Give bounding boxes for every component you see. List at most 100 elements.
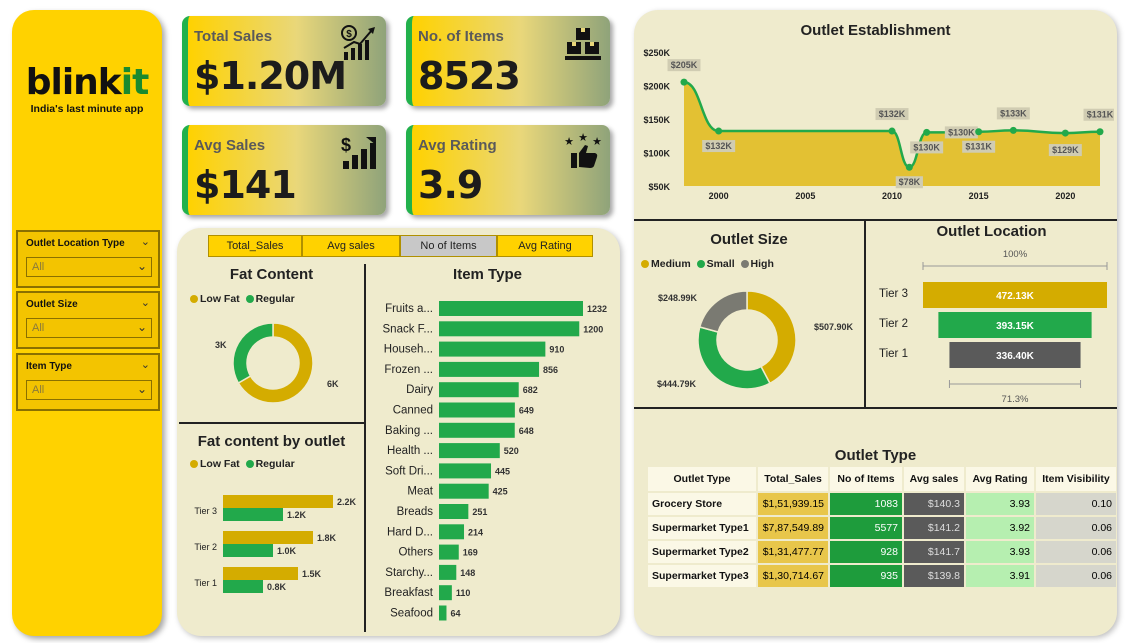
item-type-bar[interactable] — [439, 585, 452, 601]
slicer-outlet-location-type[interactable]: Outlet Location Type ⌄ All ⌄ — [16, 230, 160, 288]
y-tick-label: $150K — [643, 115, 670, 125]
data-label: 648 — [519, 426, 534, 436]
data-label: $130K — [913, 142, 940, 152]
stars-thumbs-up-icon: ★ ★ ★ — [564, 133, 602, 168]
data-point[interactable] — [975, 128, 983, 136]
bar-low-fat[interactable] — [223, 495, 333, 508]
cell-total-sales: $1,51,939.15 — [758, 493, 828, 515]
item-type-bar[interactable] — [439, 382, 519, 398]
category-label: Others — [398, 547, 433, 559]
slicer-dropdown[interactable]: All ⌄ — [26, 380, 152, 400]
cell-no-of-items: 935 — [830, 565, 902, 587]
data-label: 251 — [472, 507, 487, 517]
data-label: 856 — [543, 365, 558, 375]
cell-outlet-type: Supermarket Type3 — [648, 565, 756, 587]
data-label: $132K — [879, 109, 906, 119]
brand-tagline: India's last minute app — [30, 103, 144, 115]
svg-text:★: ★ — [578, 133, 588, 144]
column-header[interactable]: No of Items — [830, 467, 902, 491]
item-type-bar[interactable] — [439, 443, 500, 459]
chevron-down-icon[interactable]: ⌄ — [141, 235, 150, 248]
tab-no-of-items[interactable]: No of Items — [400, 235, 497, 257]
x-tick-label: 2005 — [795, 191, 815, 201]
cell-item-visibility: 0.06 — [1036, 541, 1116, 563]
column-header[interactable]: Avg Rating — [966, 467, 1034, 491]
category-label: Tier 3 — [879, 288, 908, 300]
data-point[interactable] — [888, 127, 896, 135]
data-point[interactable] — [1061, 129, 1069, 137]
slicer-outlet-size[interactable]: Outlet Size ⌄ All ⌄ — [16, 291, 160, 349]
legend-low-fat: Low Fat — [200, 293, 240, 305]
bar-regular[interactable] — [223, 508, 283, 521]
cell-total-sales: $7,87,549.89 — [758, 517, 828, 539]
item-type-bar[interactable] — [439, 605, 447, 621]
data-label: $133K — [1000, 108, 1027, 118]
data-label: 148 — [460, 568, 475, 578]
item-type-bar[interactable] — [439, 504, 469, 519]
tab-total-sales[interactable]: Total_Sales — [208, 235, 302, 257]
donut-slice-small[interactable] — [697, 326, 771, 390]
sidebar: blinkit India's last minute app Outlet L… — [12, 10, 162, 636]
data-label: $131K — [1087, 110, 1114, 120]
donut-slice-high[interactable] — [698, 290, 748, 333]
fat-by-outlet-bar-chart: Tier 3 2.2K 1.2K Tier 2 1.8K 1.0K Tier 1 1.5K 0.… — [194, 495, 357, 593]
category-label: Frozen ... — [384, 364, 433, 376]
column-header[interactable]: Item Visibility — [1036, 467, 1116, 491]
item-type-bar[interactable] — [439, 402, 515, 418]
item-type-bar[interactable] — [439, 483, 489, 499]
item-type-bar[interactable] — [439, 361, 540, 377]
data-label: 425 — [493, 487, 508, 497]
slicer-label: Item Type — [26, 361, 72, 372]
data-label: 1.2K — [287, 510, 307, 520]
y-tick-label: $50K — [648, 182, 670, 192]
data-label: 64 — [450, 609, 460, 619]
data-label: 169 — [463, 548, 478, 558]
column-header[interactable]: Avg sales — [904, 467, 964, 491]
category-label: Meat — [407, 486, 433, 498]
tab-avg-sales[interactable]: Avg sales — [302, 235, 400, 257]
tab-avg-rating[interactable]: Avg Rating — [497, 235, 593, 257]
data-point[interactable] — [715, 127, 723, 135]
table-header-row: Outlet Type Total_Sales No of Items Avg … — [648, 467, 1116, 491]
item-type-bar[interactable] — [439, 321, 580, 337]
data-point[interactable] — [680, 78, 688, 86]
data-point[interactable] — [1009, 126, 1017, 134]
data-point[interactable] — [923, 128, 931, 136]
item-type-bar[interactable] — [439, 301, 583, 316]
data-point[interactable] — [1096, 128, 1104, 136]
slicer-dropdown[interactable]: All ⌄ — [26, 257, 152, 277]
cell-no-of-items: 1083 — [830, 493, 902, 515]
bar-low-fat[interactable] — [223, 531, 313, 544]
cell-item-visibility: 0.06 — [1036, 565, 1116, 587]
table-row: Supermarket Type3 $1,30,714.67 935 $139.… — [648, 565, 1116, 587]
item-type-bar[interactable] — [439, 564, 457, 580]
bar-regular[interactable] — [223, 580, 263, 593]
data-label: $130K — [948, 127, 975, 137]
chevron-down-icon[interactable]: ⌄ — [141, 296, 150, 309]
donut-slice-regular[interactable] — [232, 322, 274, 385]
outlet-size-donut-chart: $507.90K $444.79K $248.99K — [657, 290, 854, 390]
chevron-down-icon[interactable]: ⌄ — [141, 358, 150, 371]
table-row: Supermarket Type2 $1,31,477.77 928 $141.… — [648, 541, 1116, 563]
item-type-bar[interactable] — [439, 544, 459, 560]
x-tick-label: 2015 — [969, 191, 989, 201]
slicer-item-type[interactable]: Item Type ⌄ All ⌄ — [16, 353, 160, 411]
table-row: Supermarket Type1 $7,87,549.89 5577 $141… — [648, 517, 1116, 539]
outlet-size-title: Outlet Size — [710, 231, 788, 248]
column-header[interactable]: Total_Sales — [758, 467, 828, 491]
panel-divider — [364, 264, 366, 632]
data-point[interactable] — [905, 163, 913, 171]
slicer-dropdown[interactable]: All ⌄ — [26, 318, 152, 338]
item-type-bar[interactable] — [439, 422, 515, 438]
category-label: Breads — [397, 506, 434, 518]
bar-low-fat[interactable] — [223, 567, 298, 580]
legend-regular: Regular — [255, 458, 295, 470]
category-label: Breakfast — [384, 587, 433, 599]
item-type-bar[interactable] — [439, 524, 465, 540]
item-type-bar[interactable] — [439, 341, 546, 357]
item-type-bar[interactable] — [439, 463, 492, 479]
cell-no-of-items: 5577 — [830, 517, 902, 539]
item-type-bar-chart: Fruits a... 1232 Snack F... 1200 Househ... 91… — [383, 301, 607, 621]
bar-regular[interactable] — [223, 544, 273, 557]
column-header[interactable]: Outlet Type — [648, 467, 756, 491]
